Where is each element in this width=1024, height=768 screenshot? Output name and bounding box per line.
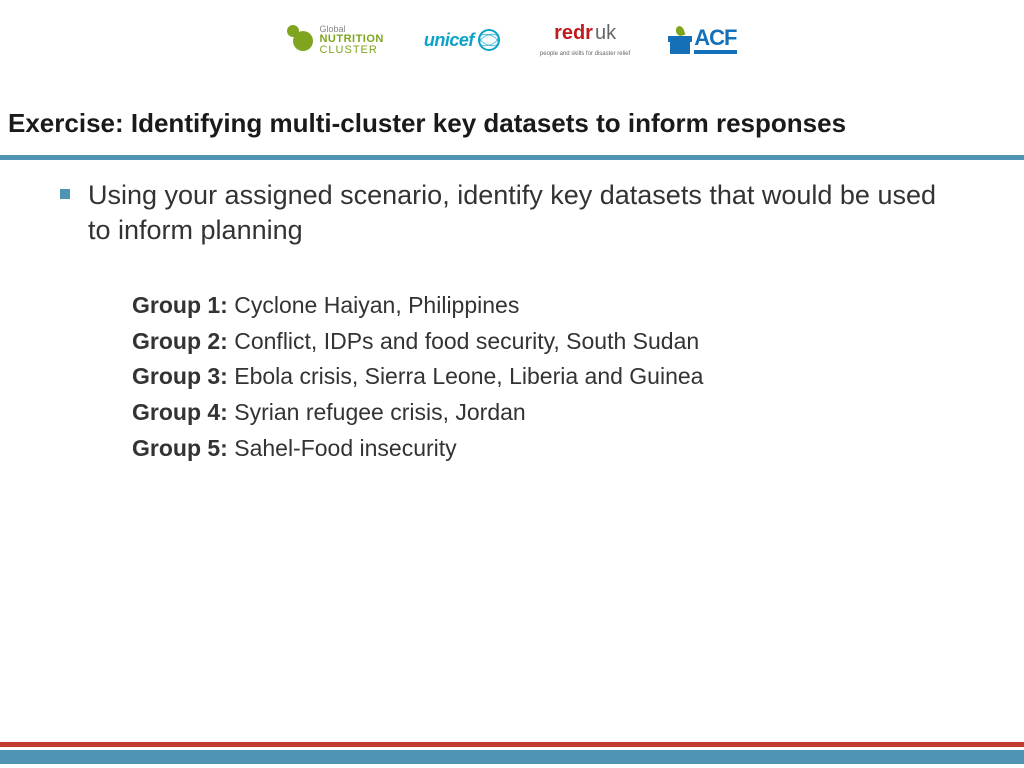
acf-icon: [670, 26, 690, 54]
square-bullet-icon: [60, 189, 70, 199]
logo-strip: Global NUTRITION CLUSTER unicef redruk p…: [0, 0, 1024, 78]
slide-content: Using your assigned scenario, identify k…: [0, 160, 1024, 466]
group-text: Sahel-Food insecurity: [228, 435, 457, 461]
group-text: Ebola crisis, Sierra Leone, Liberia and …: [228, 363, 704, 389]
acf-logo: ACF: [670, 26, 736, 54]
redr-sub: people and skills for disaster relief: [540, 51, 630, 57]
group-label: Group 3:: [132, 363, 228, 389]
lead-bullet-row: Using your assigned scenario, identify k…: [60, 178, 964, 248]
globe-icon: [478, 29, 500, 51]
acf-text: ACF: [694, 27, 736, 54]
group-text: Syrian refugee crisis, Jordan: [228, 399, 526, 425]
unicef-logo: unicef: [424, 29, 500, 51]
group-text: Conflict, IDPs and food security, South …: [228, 328, 699, 354]
group-row: Group 1: Cyclone Haiyan, Philippines: [132, 288, 964, 324]
gnc-icon: [287, 23, 315, 57]
redr-uk: uk: [595, 22, 616, 44]
gnc-line2: NUTRITION: [319, 34, 383, 45]
slide-title: Exercise: Identifying multi-cluster key …: [0, 78, 1024, 149]
gnc-line3: CLUSTER: [319, 45, 383, 56]
redr-red: redr: [554, 22, 593, 44]
redr-logo: redruk people and skills for disaster re…: [540, 23, 630, 57]
unicef-text: unicef: [424, 30, 474, 51]
group-label: Group 4:: [132, 399, 228, 425]
group-row: Group 2: Conflict, IDPs and food securit…: [132, 324, 964, 360]
group-label: Group 5:: [132, 435, 228, 461]
lead-text: Using your assigned scenario, identify k…: [88, 178, 964, 248]
group-row: Group 3: Ebola crisis, Sierra Leone, Lib…: [132, 359, 964, 395]
footer-stripes: [0, 742, 1024, 768]
group-list: Group 1: Cyclone Haiyan, Philippines Gro…: [60, 288, 964, 466]
group-label: Group 2:: [132, 328, 228, 354]
group-label: Group 1:: [132, 292, 228, 318]
group-row: Group 4: Syrian refugee crisis, Jordan: [132, 395, 964, 431]
group-row: Group 5: Sahel-Food insecurity: [132, 431, 964, 467]
gnc-logo: Global NUTRITION CLUSTER: [287, 23, 383, 57]
group-text: Cyclone Haiyan, Philippines: [228, 292, 520, 318]
